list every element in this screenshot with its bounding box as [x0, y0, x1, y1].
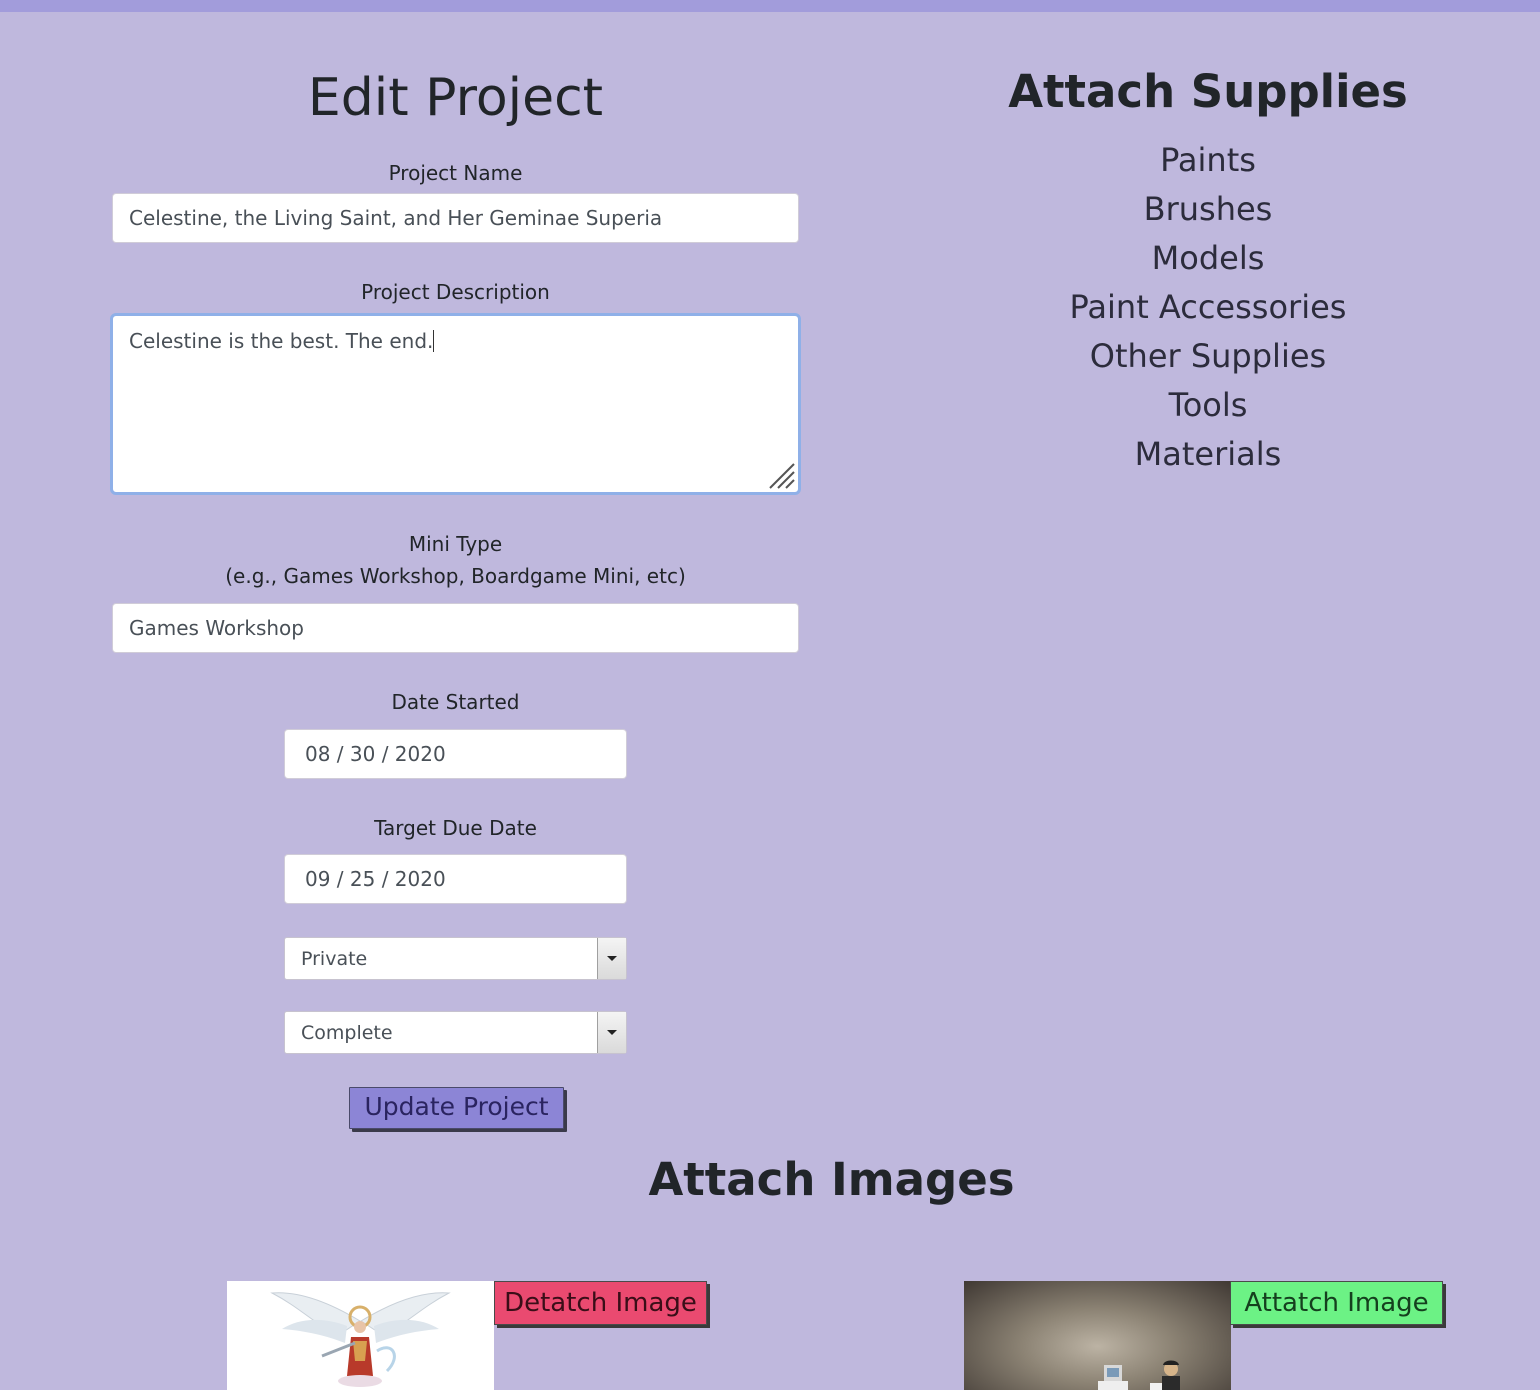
project-image-thumbnail: [227, 1281, 494, 1390]
target-due-date-label: Target Due Date: [374, 816, 537, 840]
resize-grip-icon[interactable]: [768, 462, 796, 490]
page-title: Edit Project: [307, 68, 604, 128]
status-dropdown-button[interactable]: [597, 1012, 626, 1053]
mini-type-hint: (e.g., Games Workshop, Boardgame Mini, e…: [225, 564, 686, 588]
supply-link-models[interactable]: Models: [938, 234, 1478, 283]
edit-project-form: Edit Project Project Name Celestine, the…: [110, 60, 801, 1129]
privacy-select-value: Private: [301, 947, 368, 970]
attach-supplies-panel: Attach Supplies Paints Brushes Models Pa…: [938, 60, 1478, 479]
privacy-select[interactable]: Private: [284, 937, 627, 980]
mini-type-input[interactable]: Games Workshop: [112, 603, 799, 653]
winged-saint-figure-image: [270, 1292, 451, 1387]
target-due-date-input[interactable]: 09 / 25 / 2020: [284, 854, 627, 904]
minifigure-photo-image: [1098, 1360, 1180, 1390]
project-description-label: Project Description: [361, 280, 550, 304]
detach-image-button[interactable]: Detatch Image: [494, 1281, 707, 1325]
text-caret: [433, 330, 435, 352]
project-name-label: Project Name: [388, 161, 523, 185]
attach-supplies-title: Attach Supplies: [1008, 65, 1408, 118]
date-started-label: Date Started: [391, 690, 520, 714]
chevron-down-icon: [607, 956, 617, 961]
mini-type-label: Mini Type: [408, 532, 503, 556]
supplies-list: Paints Brushes Models Paint Accessories …: [938, 136, 1478, 479]
project-name-input[interactable]: Celestine, the Living Saint, and Her Gem…: [112, 193, 799, 243]
supply-link-paint-accessories[interactable]: Paint Accessories: [938, 283, 1478, 332]
supply-link-tools[interactable]: Tools: [938, 381, 1478, 430]
top-bar: [0, 0, 1540, 12]
supply-link-paints[interactable]: Paints: [938, 136, 1478, 185]
project-image-thumbnail: [964, 1281, 1231, 1390]
status-select[interactable]: Complete: [284, 1011, 627, 1054]
date-started-input[interactable]: 08 / 30 / 2020: [284, 729, 627, 779]
status-select-value: Complete: [301, 1021, 393, 1044]
project-description-textarea[interactable]: Celestine is the best. The end.: [110, 313, 801, 495]
project-description-text: Celestine is the best. The end.: [129, 329, 434, 353]
attach-image-button[interactable]: Attatch Image: [1230, 1281, 1443, 1325]
privacy-dropdown-button[interactable]: [597, 938, 626, 979]
chevron-down-icon: [607, 1030, 617, 1035]
supply-link-brushes[interactable]: Brushes: [938, 185, 1478, 234]
update-project-button[interactable]: Update Project: [349, 1087, 564, 1129]
supply-link-other-supplies[interactable]: Other Supplies: [938, 332, 1478, 381]
supply-link-materials[interactable]: Materials: [938, 430, 1478, 479]
attach-images-title: Attach Images: [648, 1153, 1015, 1206]
